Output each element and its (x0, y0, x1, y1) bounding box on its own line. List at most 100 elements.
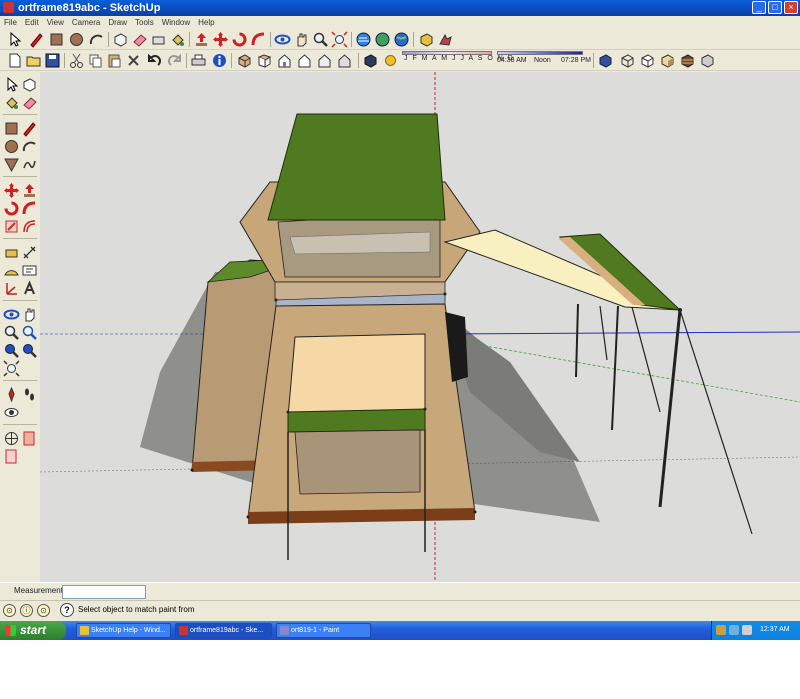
menu-camera[interactable]: Camera (68, 16, 104, 29)
copy-icon[interactable] (87, 52, 104, 69)
start-button[interactable]: start (0, 621, 66, 640)
menu-draw[interactable]: Draw (104, 16, 131, 29)
rotate-tool-icon[interactable] (231, 31, 248, 48)
dimension-icon-2[interactable] (21, 244, 38, 261)
pan-tool-icon[interactable] (293, 31, 310, 48)
paste-icon[interactable] (106, 52, 123, 69)
paint-bucket-icon[interactable] (169, 31, 186, 48)
open-folder-icon[interactable] (25, 52, 42, 69)
make-component-icon-2[interactable] (21, 76, 38, 93)
walk-icon-2[interactable] (21, 386, 38, 403)
taskbar-item-paint[interactable]: ort819-1 - Paint (276, 623, 371, 638)
orbit-icon-2[interactable] (3, 306, 20, 323)
get-models-icon[interactable] (355, 31, 372, 48)
line-icon-2[interactable] (21, 120, 38, 137)
next-view-icon-2[interactable] (21, 342, 38, 359)
zoom-icon-2[interactable] (3, 324, 20, 341)
get-photo-texture-icon[interactable] (418, 31, 435, 48)
taskbar-item-help[interactable]: SketchUp Help - Wind... (76, 623, 171, 638)
maximize-button[interactable]: □ (768, 1, 782, 14)
circle-icon-2[interactable] (3, 138, 20, 155)
zoom-extents-icon-2[interactable] (3, 360, 20, 377)
menu-edit[interactable]: Edit (21, 16, 43, 29)
protractor-icon-2[interactable] (3, 262, 20, 279)
minimize-button[interactable]: _ (752, 1, 766, 14)
shadow-settings-icon[interactable] (362, 52, 379, 69)
rectangle-tool-icon[interactable] (48, 31, 65, 48)
geolocation-icon[interactable]: ⊙ (3, 604, 16, 617)
eraser-icon-2[interactable] (21, 94, 38, 111)
follow-me-icon[interactable] (250, 31, 267, 48)
redo-icon[interactable] (166, 52, 183, 69)
make-component-icon[interactable] (112, 31, 129, 48)
credits-icon[interactable]: ⓘ (20, 604, 33, 617)
tray-app-icon[interactable] (716, 625, 726, 635)
back-view-icon[interactable] (316, 52, 333, 69)
zoom-tool-icon[interactable] (312, 31, 329, 48)
tape-measure-icon-2[interactable] (3, 244, 20, 261)
tape-measure-icon[interactable] (150, 31, 167, 48)
rectangle-icon-2[interactable] (3, 120, 20, 137)
arc-icon-2[interactable] (21, 138, 38, 155)
look-around-icon-2[interactable] (3, 404, 20, 421)
undo-icon[interactable] (146, 52, 163, 69)
scale-icon-2[interactable] (3, 218, 20, 235)
erase-icon[interactable] (125, 52, 142, 69)
select-tool-icon[interactable] (6, 31, 23, 48)
freehand-icon-2[interactable] (21, 156, 38, 173)
account-icon[interactable]: ⊙ (37, 604, 50, 617)
hidden-line-style-icon[interactable] (639, 52, 656, 69)
pan-icon-2[interactable] (21, 306, 38, 323)
shadow-time-slider[interactable] (497, 51, 583, 55)
push-pull-icon-2[interactable] (21, 182, 38, 199)
menu-tools[interactable]: Tools (131, 16, 158, 29)
top-view-icon[interactable] (256, 52, 273, 69)
measurements-input[interactable] (62, 585, 146, 599)
position-camera-icon-2[interactable] (3, 386, 20, 403)
section-plane-icon-2[interactable] (3, 430, 20, 447)
axes-icon-2[interactable] (3, 280, 20, 297)
section-fill-icon-2[interactable] (21, 430, 38, 447)
menu-window[interactable]: Window (158, 16, 194, 29)
eraser-tool-icon[interactable] (131, 31, 148, 48)
move-tool-icon[interactable] (212, 31, 229, 48)
menu-view[interactable]: View (43, 16, 68, 29)
google-earth-icon[interactable] (393, 31, 410, 48)
display-shadows-icon[interactable] (382, 52, 399, 69)
menu-help[interactable]: Help (194, 16, 218, 29)
pencil-tool-icon[interactable] (28, 31, 45, 48)
menu-file[interactable]: File (0, 16, 21, 29)
print-icon[interactable] (190, 52, 207, 69)
previous-view-icon-2[interactable] (3, 342, 20, 359)
3d-text-icon-2[interactable] (21, 280, 38, 297)
share-model-icon[interactable] (374, 31, 391, 48)
orbit-tool-icon[interactable] (274, 31, 291, 48)
taskbar-item-sketchup[interactable]: ortframe819abc - Ske... (175, 623, 272, 638)
network-icon[interactable] (729, 625, 739, 635)
move-icon-2[interactable] (3, 182, 20, 199)
model-viewport[interactable] (40, 72, 800, 582)
offset-icon-2[interactable] (21, 218, 38, 235)
right-view-icon[interactable] (296, 52, 313, 69)
rotate-icon-2[interactable] (3, 200, 20, 217)
volume-icon[interactable] (742, 625, 752, 635)
select-icon[interactable] (3, 76, 20, 93)
shaded-textures-style-icon[interactable] (679, 52, 696, 69)
zoom-window-icon-2[interactable] (21, 324, 38, 341)
xray-style-icon[interactable] (597, 52, 614, 69)
paint-bucket-icon-2[interactable] (3, 94, 20, 111)
cut-icon[interactable] (68, 52, 85, 69)
arc-tool-icon[interactable] (88, 31, 105, 48)
help-icon[interactable]: ? (60, 603, 74, 617)
monochrome-style-icon[interactable] (699, 52, 716, 69)
circle-tool-icon[interactable] (68, 31, 85, 48)
wireframe-style-icon[interactable] (619, 52, 636, 69)
shaded-style-icon[interactable] (659, 52, 676, 69)
save-icon[interactable] (44, 52, 61, 69)
polygon-icon-2[interactable] (3, 156, 20, 173)
section-display-icon-2[interactable] (3, 448, 20, 465)
new-file-icon[interactable] (6, 52, 23, 69)
close-button[interactable]: × (784, 1, 798, 14)
push-pull-icon[interactable] (193, 31, 210, 48)
model-info-icon[interactable] (211, 52, 228, 69)
